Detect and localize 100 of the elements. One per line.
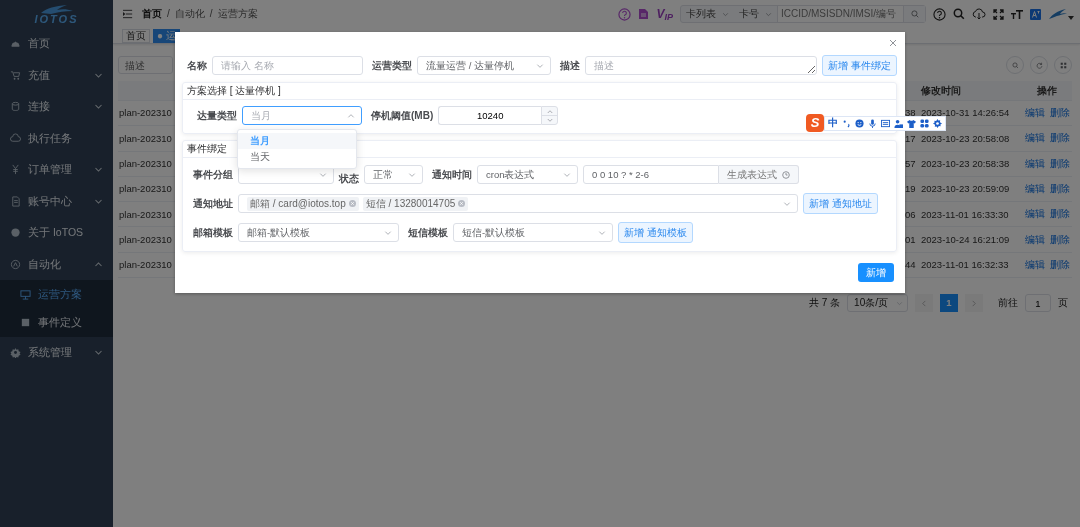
field-label: 短信模板 [408,226,448,239]
punctuation-icon[interactable] [842,118,851,128]
menu-item[interactable]: 账号中心 [0,185,113,217]
table-cell: 38 [905,107,916,119]
ime-mode-toggle[interactable]: 中 [828,117,838,129]
table-cell: 19 [905,183,916,195]
grid-icon [1059,61,1067,69]
help-icon[interactable] [618,7,632,21]
table-cell: 2023-11-01 16:32:33 [921,259,1009,271]
table-cell: plan-202310 [119,183,172,195]
table-link[interactable]: 编辑 [1024,107,1045,120]
operation-type-select[interactable]: 流量运营 / 达量停机 [417,56,551,75]
menu-item[interactable]: 自动化 [0,248,113,280]
monitor-icon [20,288,31,300]
table-cell: 57 [905,158,916,170]
table-cell: 2023-10-23 20:58:08 [921,132,1010,144]
close-icon [889,39,897,48]
menu-item[interactable]: 首页 [0,28,113,60]
table-cell: 2023-10-31 14:26:54 [921,107,1010,119]
refresh-button[interactable] [1030,56,1048,74]
emoji-icon[interactable] [855,118,864,128]
breadcrumb-item[interactable]: 首页 [142,8,162,20]
table-link[interactable]: 删除 [1049,132,1070,145]
table-link[interactable]: 删除 [1049,157,1070,170]
logo-text: IOTOS [34,13,79,25]
table-link[interactable]: 编辑 [1024,132,1045,145]
columns-button[interactable] [1054,56,1072,74]
table-link[interactable]: 编辑 [1024,258,1045,271]
menu-item[interactable]: 连接 [0,91,113,123]
cloud-download-icon[interactable] [972,8,986,20]
help-icon[interactable] [933,7,946,21]
menu-item[interactable]: 关于 IoTOS [0,217,113,249]
table-link[interactable]: 删除 [1049,233,1070,246]
translate-icon[interactable] [1030,8,1041,20]
menu-item[interactable]: 充值 [0,59,113,91]
table-link[interactable]: 编辑 [1024,208,1045,221]
grid-icon[interactable] [920,118,929,128]
add-event-button[interactable]: 新增 事件绑定 [822,55,897,76]
ime-logo[interactable]: S [806,114,824,132]
dropdown-option[interactable]: 当月 [238,133,356,149]
chevron-down-icon [536,61,544,70]
page-number-field[interactable]: 1 [1025,294,1051,313]
document-icon[interactable] [638,8,650,20]
notify-address-select[interactable]: 邮箱 / card@iotos.top 短信 / 13280014705 [238,194,798,213]
goto-label: 前往 [998,297,1018,310]
table-link[interactable]: 删除 [1049,183,1070,196]
page-size-select[interactable]: 10条/页 [847,294,908,313]
menu-icon[interactable] [123,9,134,19]
add-address-button[interactable]: 新增 通知地址 [803,193,878,214]
caret-icon [1068,16,1074,20]
address-tag[interactable]: 短信 / 13280014705 [362,196,469,211]
submit-button[interactable]: 新增 [858,263,894,282]
submenu-item[interactable]: 运营方案 [0,280,113,309]
name-field[interactable]: 请输入 名称 [212,56,363,75]
vip-icon[interactable]: V$_{IP}$ [656,6,673,22]
chevron-down-icon [783,199,791,208]
table-link[interactable]: 删除 [1049,208,1070,221]
status-select[interactable]: 正常 [364,165,423,184]
keyboard-icon[interactable] [881,118,890,128]
database-icon [10,101,21,113]
table-link[interactable]: 编辑 [1024,183,1045,196]
breadcrumb-item[interactable]: 自动化 [174,8,205,20]
search-icon[interactable] [953,8,965,20]
field-label: 通知地址 [193,197,233,210]
fullscreen-icon[interactable] [993,8,1004,20]
user-icon[interactable] [894,118,903,128]
generate-expression-button[interactable]: 生成表达式 [719,165,799,184]
notify-mode-select[interactable]: cron表达式 [477,165,578,184]
email-template-select[interactable]: 邮箱-默认模板 [238,223,399,242]
refresh-icon [1035,61,1043,69]
field-label: 运营类型 [372,59,412,72]
chevron-down-icon [408,170,416,179]
menu-item[interactable]: 执行任务 [0,122,113,154]
submenu-item[interactable]: 事件定义 [0,308,113,337]
page-suffix: 页 [1058,297,1068,310]
table-link[interactable]: 编辑 [1024,157,1045,170]
threshold-field[interactable]: 10240 [438,106,542,125]
table-cell: plan-202310 [119,107,172,119]
avatar-menu[interactable] [1048,8,1074,20]
address-tag[interactable]: 邮箱 / card@iotos.top [247,196,359,211]
cron-expression-field[interactable]: 0 0 10 ? * 2-6 [583,165,719,184]
document-icon [10,195,21,207]
table-link[interactable]: 删除 [1049,107,1070,120]
page-button[interactable]: 1 [940,294,958,313]
sms-template-select[interactable]: 短信-默认模板 [453,223,613,242]
gear-icon[interactable] [933,118,942,128]
reach-type-select[interactable]: 当月 [242,106,362,125]
description-field[interactable]: 描述 [585,56,817,75]
table-link[interactable]: 编辑 [1024,233,1045,246]
text-size-icon[interactable] [1011,8,1023,20]
filter-field[interactable]: 描述 [118,56,173,74]
menu-item[interactable]: 系统管理 [0,337,113,369]
table-link[interactable]: 删除 [1049,258,1070,271]
tab[interactable]: 首页 [122,28,150,43]
microphone-icon[interactable] [868,118,877,128]
cart-icon [10,69,21,81]
shirt-icon[interactable] [907,118,916,128]
menu-item[interactable]: 订单管理 [0,154,113,186]
chevron-down-icon [563,170,571,179]
add-template-button[interactable]: 新增 通知模板 [618,222,693,243]
